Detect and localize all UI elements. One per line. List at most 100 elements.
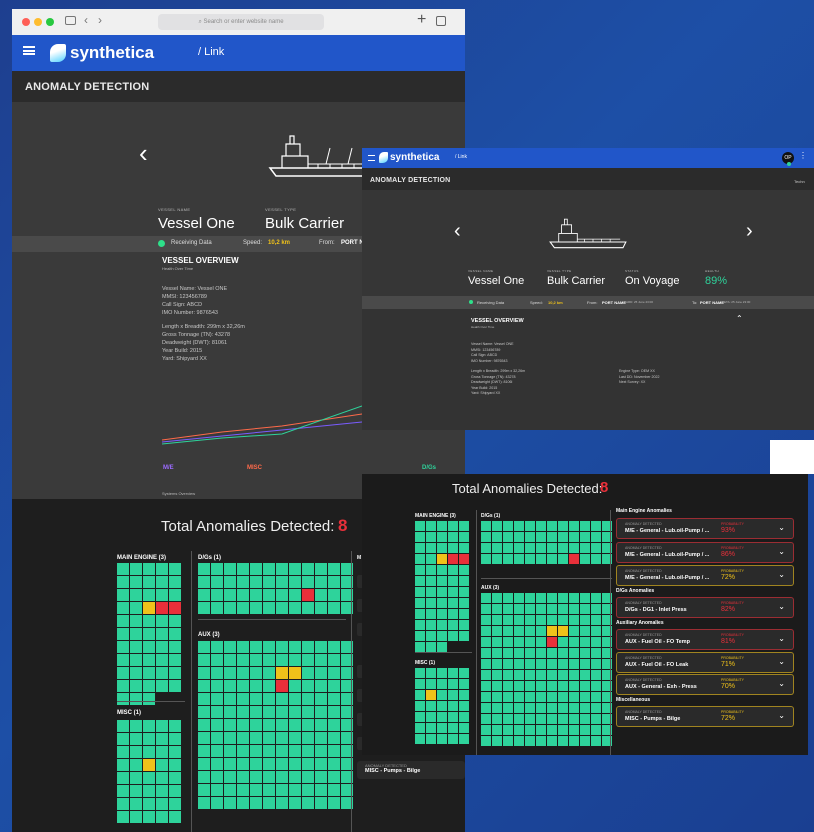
status-cell[interactable]	[315, 732, 327, 744]
status-cell[interactable]	[547, 670, 557, 680]
status-cell[interactable]	[547, 648, 557, 658]
status-cell[interactable]	[156, 589, 168, 601]
status-cell[interactable]	[437, 734, 447, 744]
status-cell[interactable]	[547, 714, 557, 724]
status-cell[interactable]	[437, 543, 447, 553]
status-cell[interactable]	[492, 543, 502, 553]
status-cell[interactable]	[459, 734, 469, 744]
status-cell[interactable]	[426, 668, 436, 678]
status-cell[interactable]	[547, 681, 557, 691]
status-cell[interactable]	[514, 703, 524, 713]
status-cell[interactable]	[503, 626, 513, 636]
status-cell[interactable]	[289, 732, 301, 744]
status-cell[interactable]	[492, 692, 502, 702]
status-cell[interactable]	[143, 693, 155, 705]
status-cell[interactable]	[328, 758, 340, 770]
status-cell[interactable]	[263, 680, 275, 692]
status-cell[interactable]	[437, 521, 447, 531]
status-cell[interactable]	[525, 543, 535, 553]
status-cell[interactable]	[276, 563, 288, 575]
status-cell[interactable]	[536, 554, 546, 564]
status-cell[interactable]	[198, 602, 210, 614]
status-cell[interactable]	[459, 723, 469, 733]
status-cell[interactable]	[117, 772, 129, 784]
status-cell[interactable]	[514, 725, 524, 735]
maximize-window-button[interactable]	[46, 18, 54, 26]
status-cell[interactable]	[289, 589, 301, 601]
status-cell[interactable]	[156, 798, 168, 810]
status-cell[interactable]	[315, 706, 327, 718]
status-cell[interactable]	[198, 758, 210, 770]
status-cell[interactable]	[415, 712, 425, 722]
status-cell[interactable]	[536, 521, 546, 531]
technical-tab[interactable]: Techn	[794, 179, 805, 184]
status-cell[interactable]	[224, 693, 236, 705]
menu-icon[interactable]	[368, 155, 375, 161]
status-cell[interactable]	[448, 521, 458, 531]
status-cell[interactable]	[426, 543, 436, 553]
status-cell[interactable]	[536, 648, 546, 658]
status-cell[interactable]	[481, 615, 491, 625]
status-cell[interactable]	[263, 563, 275, 575]
status-cell[interactable]	[302, 771, 314, 783]
status-cell[interactable]	[481, 543, 491, 553]
alert-cell[interactable]	[569, 554, 579, 564]
status-cell[interactable]	[224, 784, 236, 796]
status-cell[interactable]	[156, 680, 168, 692]
status-cell[interactable]	[525, 725, 535, 735]
status-cell[interactable]	[591, 736, 601, 746]
status-cell[interactable]	[143, 680, 155, 692]
status-cell[interactable]	[276, 732, 288, 744]
status-cell[interactable]	[169, 667, 181, 679]
status-cell[interactable]	[156, 746, 168, 758]
status-cell[interactable]	[492, 637, 502, 647]
status-cell[interactable]	[211, 784, 223, 796]
status-cell[interactable]	[328, 797, 340, 809]
status-cell[interactable]	[503, 604, 513, 614]
status-cell[interactable]	[143, 615, 155, 627]
status-cell[interactable]	[514, 543, 524, 553]
status-cell[interactable]	[503, 521, 513, 531]
status-cell[interactable]	[263, 784, 275, 796]
status-cell[interactable]	[591, 554, 601, 564]
status-cell[interactable]	[459, 690, 469, 700]
status-cell[interactable]	[426, 587, 436, 597]
status-cell[interactable]	[130, 733, 142, 745]
status-cell[interactable]	[525, 604, 535, 614]
status-cell[interactable]	[481, 648, 491, 658]
status-cell[interactable]	[492, 714, 502, 724]
status-cell[interactable]	[580, 626, 590, 636]
status-cell[interactable]	[437, 598, 447, 608]
status-cell[interactable]	[481, 532, 491, 542]
status-cell[interactable]	[143, 641, 155, 653]
status-cell[interactable]	[315, 667, 327, 679]
status-cell[interactable]	[328, 771, 340, 783]
status-cell[interactable]	[426, 565, 436, 575]
status-cell[interactable]	[224, 745, 236, 757]
status-cell[interactable]	[558, 725, 568, 735]
status-cell[interactable]	[514, 532, 524, 542]
back-arrow-icon[interactable]: ‹	[84, 13, 88, 27]
status-cell[interactable]	[169, 654, 181, 666]
status-cell[interactable]	[459, 620, 469, 630]
alert-cell[interactable]	[302, 589, 314, 601]
warning-cell[interactable]	[437, 554, 447, 564]
status-cell[interactable]	[547, 593, 557, 603]
status-cell[interactable]	[459, 631, 469, 641]
status-cell[interactable]	[328, 641, 340, 653]
status-cell[interactable]	[289, 797, 301, 809]
status-cell[interactable]	[198, 732, 210, 744]
status-cell[interactable]	[536, 670, 546, 680]
status-cell[interactable]	[514, 736, 524, 746]
status-cell[interactable]	[250, 641, 262, 653]
status-cell[interactable]	[481, 670, 491, 680]
status-cell[interactable]	[525, 681, 535, 691]
status-cell[interactable]	[569, 725, 579, 735]
status-cell[interactable]	[448, 565, 458, 575]
status-cell[interactable]	[580, 725, 590, 735]
status-cell[interactable]	[514, 714, 524, 724]
status-cell[interactable]	[426, 598, 436, 608]
status-cell[interactable]	[514, 648, 524, 658]
status-cell[interactable]	[117, 576, 129, 588]
status-cell[interactable]	[302, 706, 314, 718]
